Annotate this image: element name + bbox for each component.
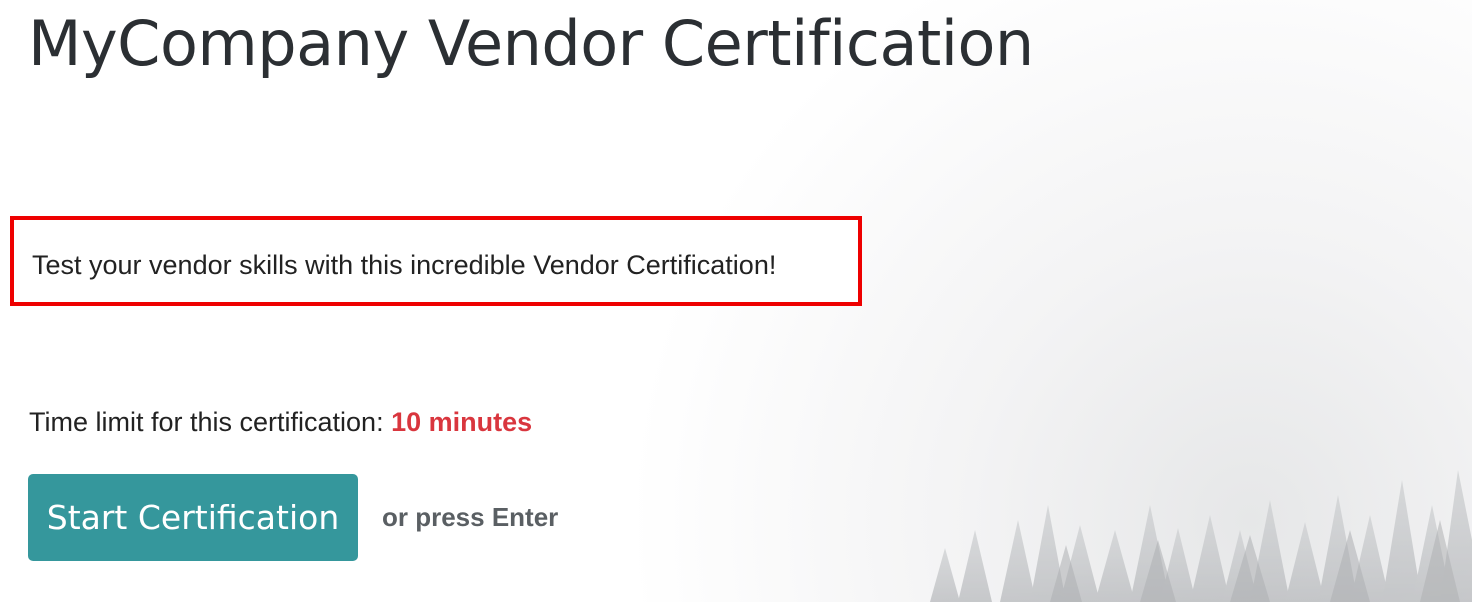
page-title: MyCompany Vendor Certification — [28, 7, 1034, 80]
press-enter-hint: or press Enter — [382, 502, 559, 532]
survey-start-page: MyCompany Vendor Certification Test your… — [0, 0, 1472, 602]
time-limit-value: 10 minutes — [391, 407, 533, 437]
survey-description: Test your vendor skills with this incred… — [32, 250, 777, 280]
description-highlight-box: Test your vendor skills with this incred… — [10, 216, 862, 306]
time-limit-info: Time limit for this certification: 10 mi… — [29, 405, 532, 439]
start-certification-button[interactable]: Start Certification — [28, 474, 358, 561]
time-limit-label: Time limit for this certification: — [29, 407, 384, 437]
